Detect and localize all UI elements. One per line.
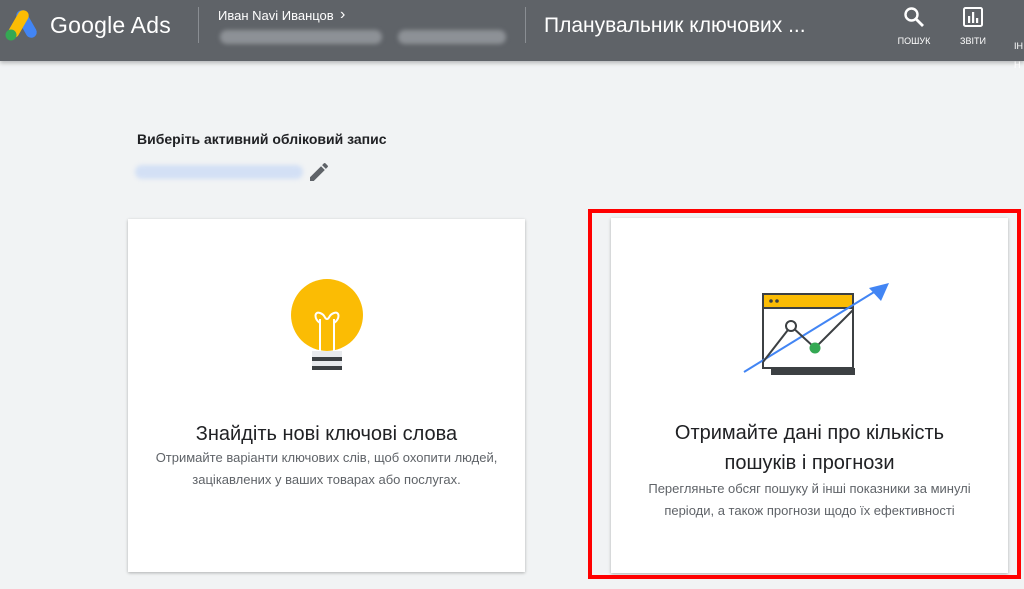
discover-keywords-card[interactable]: Знайдіть нові ключові слова Отримайте ва… <box>128 219 525 572</box>
account-name[interactable]: Иван Navi Иванцов <box>218 8 334 23</box>
brand-name[interactable]: Google Ads <box>50 12 171 39</box>
lightbulb-icon <box>291 279 363 370</box>
edit-pencil-icon[interactable] <box>307 160 331 184</box>
divider <box>198 7 199 43</box>
search-label: ПОШУК <box>897 36 931 46</box>
selected-account-blurred[interactable] <box>135 165 303 179</box>
cut-off-action-label[interactable]: ІН Н <box>1014 37 1023 75</box>
google-ads-logo-icon[interactable] <box>4 8 44 42</box>
chevron-right-icon[interactable]: › <box>340 6 345 24</box>
card-title: Знайдіть нові ключові слова <box>195 423 458 445</box>
account-email-blurred <box>398 30 506 44</box>
card-description: Отримайте варіанти ключових слів, щоб ох… <box>155 450 498 487</box>
search-icon <box>904 7 924 27</box>
divider <box>525 7 526 43</box>
highlight-box <box>588 209 1021 579</box>
account-id-blurred <box>220 30 382 44</box>
reports-label: ЗВІТИ <box>960 36 986 46</box>
reports-icon <box>963 7 983 27</box>
page-title: Планувальник ключових ... <box>544 14 806 37</box>
top-bar: Google Ads Иван Navi Иванцов › Плануваль… <box>0 0 1024 70</box>
search-button[interactable]: ПОШУК <box>892 6 936 46</box>
reports-button[interactable]: ЗВІТИ <box>951 6 995 46</box>
account-select-label: Виберіть активний обліковий запис <box>137 131 387 147</box>
